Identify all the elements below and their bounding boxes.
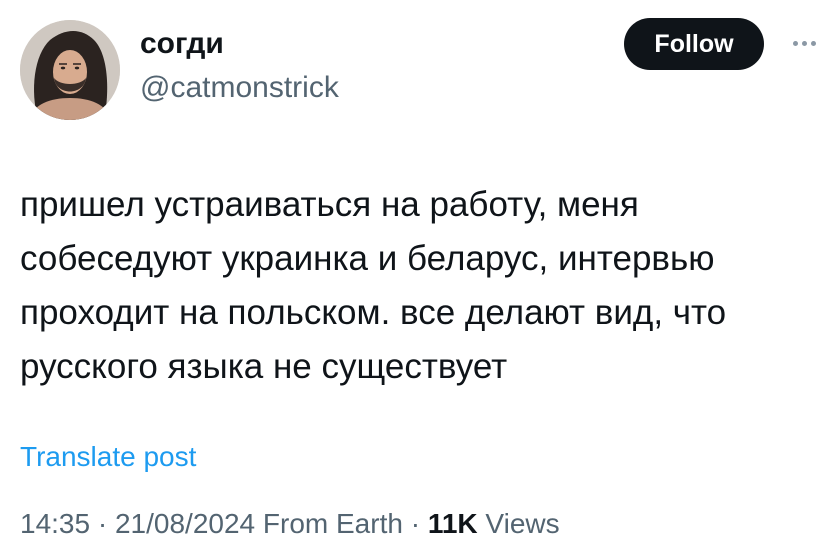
translate-post-link[interactable]: Translate post [20,440,196,474]
tweet-meta: 14:35 · 21/08/2024 From Earth · 11K View… [20,506,560,542]
meta-separator: · [90,508,115,539]
avatar[interactable] [20,20,120,120]
follow-button[interactable]: Follow [624,18,764,70]
tweet-text: пришел устраиваться на работу, меня собе… [20,178,820,394]
user-handle[interactable]: @catmonstrick [140,70,339,106]
more-horizontal-icon-dot [810,40,816,46]
avatar-image [20,20,120,120]
views-count[interactable]: 11K [428,508,478,539]
tweet-text-line: собеседуют украинка и беларус, интервью [20,239,715,278]
tweet-card: согди @catmonstrick Follow пришел устраи… [0,0,840,557]
more-horizontal-icon-dot [801,40,807,46]
more-options-button[interactable] [784,30,824,56]
post-time[interactable]: 14:35 [20,508,90,539]
tweet-text-line: русского языка не существует [20,347,508,386]
tweet-text-line: проходит на польском. все делают вид, чт… [20,293,727,332]
more-horizontal-icon [792,40,798,46]
post-source: From Earth [262,508,403,539]
views-label: Views [485,508,560,539]
meta-separator: · [402,508,428,539]
display-name[interactable]: согди [140,26,224,62]
tweet-text-line: пришел устраиваться на работу, меня [20,185,639,224]
post-date[interactable]: 21/08/2024 [115,508,255,539]
